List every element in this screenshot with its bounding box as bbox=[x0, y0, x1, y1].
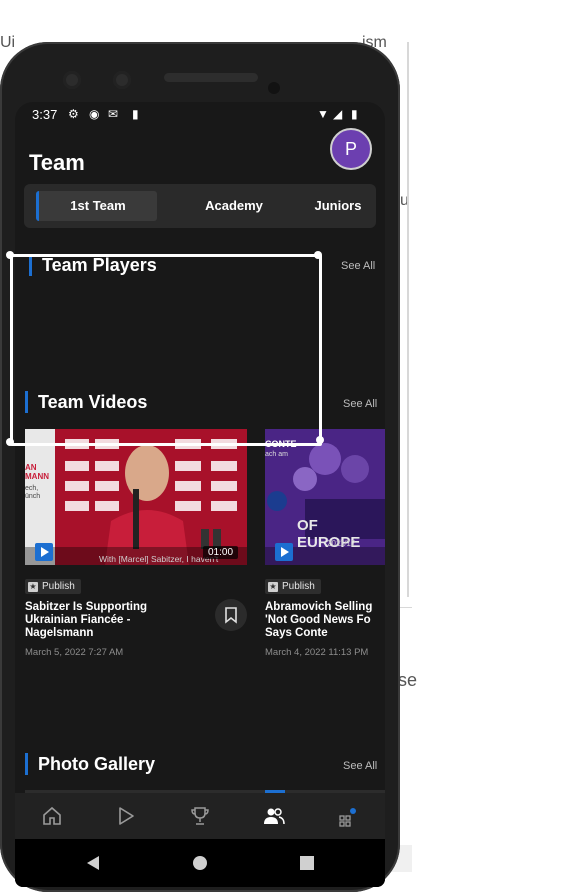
annotation-box bbox=[10, 254, 322, 446]
grid-icon[interactable] bbox=[337, 805, 359, 827]
wifi-status-icon: ▼ bbox=[317, 107, 329, 121]
front-camera bbox=[63, 71, 81, 89]
annotation-handle bbox=[6, 438, 14, 446]
bookmark-button[interactable] bbox=[215, 599, 247, 631]
proximity-sensor bbox=[268, 82, 280, 94]
earpiece-speaker bbox=[164, 73, 258, 82]
video-title[interactable]: Abramovich Selling 'Not Good News Fo Say… bbox=[265, 601, 385, 640]
annotation-handle bbox=[314, 251, 322, 259]
status-bar: 3:37 ⚙ ◉ ✉ ▮ ▼ ◢ ▮ bbox=[15, 102, 385, 128]
recents-icon[interactable] bbox=[299, 855, 315, 871]
background-divider bbox=[407, 42, 409, 597]
thumbnail-overlay-text: AN MANN bbox=[25, 463, 49, 481]
bookmark-icon bbox=[225, 607, 237, 624]
back-icon[interactable] bbox=[85, 855, 101, 871]
thumbnail-overlay-text: ach am bbox=[265, 451, 288, 458]
annotation-handle bbox=[316, 436, 324, 444]
video-thumbnail[interactable]: With [Marcel] Sabitzer, I haven't notice… bbox=[25, 429, 247, 565]
star-icon: ★ bbox=[268, 582, 278, 592]
home-icon[interactable] bbox=[41, 805, 63, 827]
press-conference-image bbox=[25, 429, 247, 565]
play-icon[interactable] bbox=[115, 805, 137, 827]
status-time: 3:37 bbox=[32, 107, 58, 122]
background-divider bbox=[400, 607, 412, 608]
team-players-see-all-link[interactable]: See All bbox=[341, 260, 375, 272]
sync-status-icon: ◉ bbox=[89, 107, 100, 121]
video-date: March 4, 2022 11:13 PM bbox=[265, 647, 369, 658]
front-camera bbox=[113, 71, 131, 89]
tab-1st-team[interactable]: 1st Team bbox=[36, 191, 157, 221]
publish-badge: ★ Publish bbox=[25, 579, 81, 594]
team-tabs: 1st Team Academy Juniors bbox=[24, 184, 376, 228]
play-icon[interactable] bbox=[35, 543, 53, 561]
publish-badge-label: Publish bbox=[42, 581, 75, 592]
video-card[interactable]: CONTE ach am OF EUROPE 2011/12 ★ Publish … bbox=[265, 429, 385, 669]
app-screen: 3:37 ⚙ ◉ ✉ ▮ ▼ ◢ ▮ Team P 1st Team Acade… bbox=[15, 102, 385, 887]
team-icon[interactable] bbox=[263, 805, 285, 827]
play-icon[interactable] bbox=[275, 543, 293, 561]
thumbnail-overlay-text: ech, ünch bbox=[25, 485, 41, 500]
background-text-fragment: Ui bbox=[0, 34, 16, 51]
photo-gallery-heading: Photo Gallery bbox=[25, 753, 155, 775]
settings-status-icon: ⚙ bbox=[68, 107, 79, 121]
video-date: March 5, 2022 7:27 AM bbox=[25, 647, 124, 658]
publish-badge: ★ Publish bbox=[265, 579, 321, 594]
video-duration: 01:00 bbox=[203, 546, 239, 559]
photo-gallery-see-all-link[interactable]: See All bbox=[343, 760, 377, 772]
publish-badge-label: Publish bbox=[282, 581, 315, 592]
battery-status-icon: ▮ bbox=[351, 107, 358, 121]
team-videos-see-all-link[interactable]: See All bbox=[343, 398, 377, 410]
video-title[interactable]: Sabitzer Is Supporting Ukrainian Fiancée… bbox=[25, 601, 175, 640]
star-icon: ★ bbox=[28, 582, 38, 592]
annotation-handle bbox=[6, 251, 14, 259]
phone-frame: 3:37 ⚙ ◉ ✉ ▮ ▼ ◢ ▮ Team P 1st Team Acade… bbox=[0, 42, 400, 892]
video-thumbnail[interactable]: CONTE ach am OF EUROPE 2011/12 bbox=[265, 429, 385, 565]
video-card[interactable]: With [Marcel] Sabitzer, I haven't notice… bbox=[25, 429, 247, 669]
system-navigation-bar bbox=[15, 839, 385, 887]
tab-academy[interactable]: Academy bbox=[184, 191, 284, 221]
mail-status-icon: ✉ bbox=[108, 107, 119, 121]
avatar[interactable]: P bbox=[330, 128, 372, 170]
home-button-icon[interactable] bbox=[192, 855, 208, 871]
background-text-fragment: se bbox=[398, 670, 418, 690]
signal-status-icon: ◢ bbox=[333, 107, 343, 121]
trophy-icon[interactable] bbox=[189, 805, 211, 827]
sd-card-status-icon: ▮ bbox=[132, 107, 139, 121]
tab-juniors[interactable]: Juniors bbox=[308, 191, 368, 221]
bottom-navigation bbox=[15, 793, 385, 839]
thumbnail-overlay-text: 2011/12 bbox=[327, 539, 356, 548]
page-title: Team bbox=[29, 150, 85, 175]
